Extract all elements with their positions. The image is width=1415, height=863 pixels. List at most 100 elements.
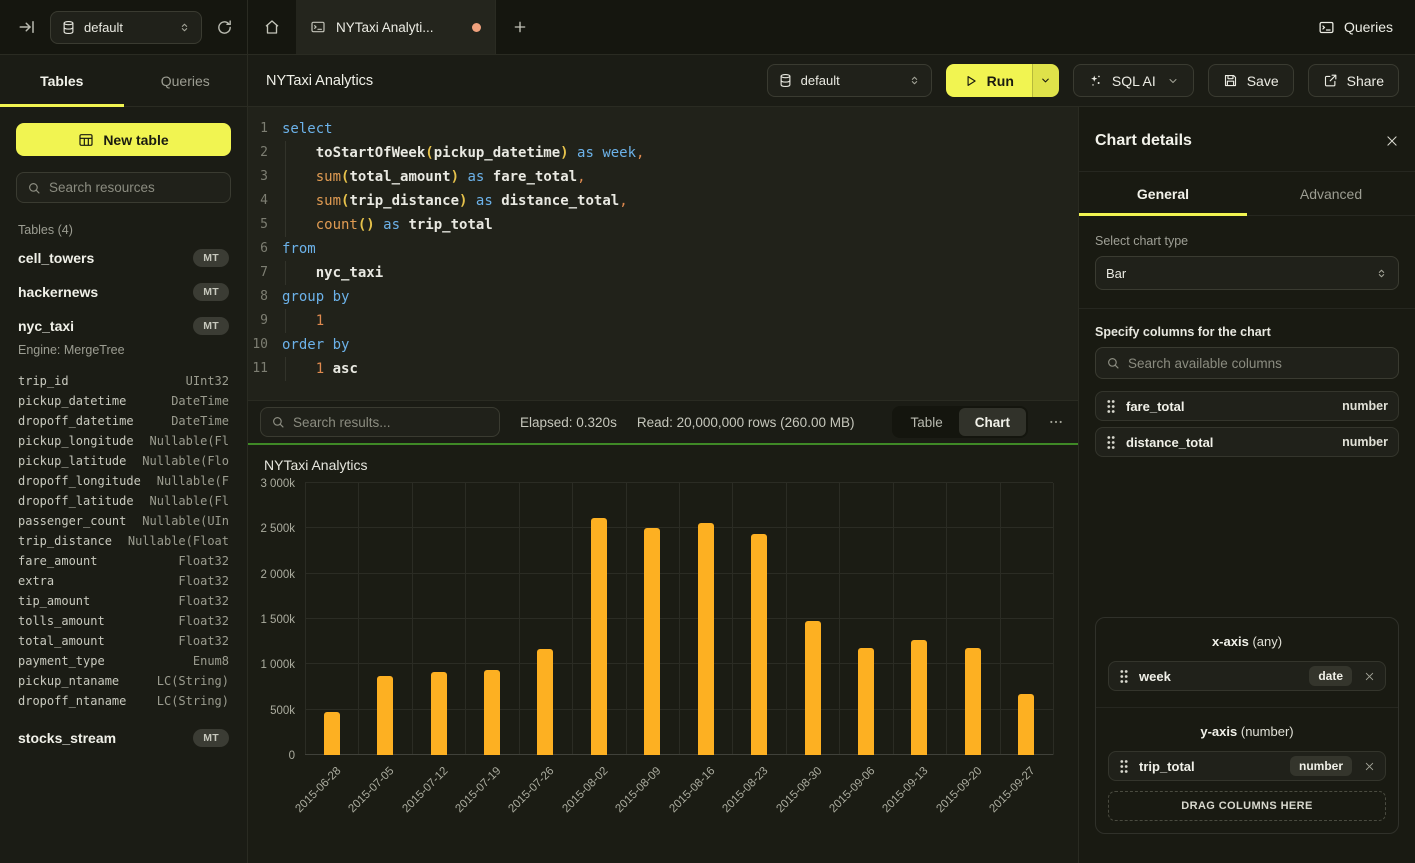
chevron-down-icon (1040, 75, 1051, 86)
column-item: pickup_longitudeNullable(Fl (18, 431, 229, 451)
table-item[interactable]: hackernewsMT (16, 275, 231, 309)
axis-config-box: x-axis (any) weekdate y-axis (number) tr… (1095, 617, 1399, 834)
engine-badge: MT (193, 729, 229, 747)
drag-handle-icon[interactable] (1106, 399, 1116, 414)
save-button-label: Save (1247, 73, 1279, 89)
remove-column-icon[interactable] (1362, 761, 1375, 772)
home-button[interactable] (248, 0, 296, 54)
column-name: dropoff_latitude (18, 494, 134, 508)
x-axis-heading: x-axis (any) (1108, 634, 1386, 649)
view-toggle-chart[interactable]: Chart (959, 408, 1026, 436)
table-item[interactable]: cell_towersMT (16, 241, 231, 275)
worksheet-title: NYTaxi Analytics (266, 73, 373, 89)
tab-nytaxi-analytics[interactable]: NYTaxi Analyti... (296, 0, 496, 54)
drag-handle-icon[interactable] (1106, 435, 1116, 450)
sql-editor[interactable]: 1select2 toStartOfWeek(pickup_datetime) … (248, 107, 1078, 400)
close-icon[interactable] (1385, 134, 1399, 148)
line-number: 6 (248, 237, 282, 261)
column-name: passenger_count (18, 514, 126, 528)
results-bar: Elapsed: 0.320s Read: 20,000,000 rows (2… (248, 400, 1078, 443)
tab-general-label: General (1137, 186, 1189, 202)
grid-line (1000, 483, 1001, 755)
tables-list: cell_towersMThackernewsMTnyc_taxiMTEngin… (16, 241, 231, 755)
search-columns-input[interactable] (1128, 356, 1388, 371)
y-axis-columns: trip_totalnumber (1108, 751, 1386, 781)
new-table-button[interactable]: New table (16, 123, 231, 156)
code-line: 1select (248, 117, 1078, 141)
chart-bar (484, 670, 500, 755)
code-text: count() as trip_total (282, 213, 493, 237)
sidebar-search[interactable] (16, 172, 231, 203)
code-text: 1 asc (282, 357, 358, 381)
column-type: DateTime (171, 414, 229, 428)
code-line: 5 count() as trip_total (248, 213, 1078, 237)
engine-badge: MT (193, 283, 229, 301)
refresh-icon[interactable] (216, 19, 233, 36)
drag-handle-icon[interactable] (1119, 759, 1129, 774)
run-button[interactable]: Run (946, 64, 1059, 97)
drag-columns-drop-zone[interactable]: DRAG COLUMNS HERE (1108, 791, 1386, 821)
code-text: sum(trip_distance) as distance_total, (282, 189, 628, 213)
column-name: total_amount (18, 634, 105, 648)
tab-general[interactable]: General (1079, 172, 1247, 215)
column-type: Float32 (178, 594, 229, 608)
column-chip[interactable]: weekdate (1108, 661, 1386, 691)
search-results-input[interactable] (293, 415, 489, 430)
chart-bar (911, 640, 927, 755)
tab-strip: NYTaxi Analyti... (248, 0, 544, 54)
column-chip[interactable]: trip_totalnumber (1108, 751, 1386, 781)
remove-column-icon[interactable] (1362, 671, 1375, 682)
column-chip[interactable]: distance_totalnumber (1095, 427, 1399, 457)
tables-section-title: Tables (4) (18, 223, 229, 237)
column-chip[interactable]: fare_totalnumber (1095, 391, 1399, 421)
home-icon (263, 18, 281, 36)
table-item[interactable]: nyc_taxiMT (16, 309, 231, 343)
chart-bar (805, 621, 821, 755)
results-search[interactable] (260, 407, 500, 437)
column-type: Nullable(Float (128, 534, 229, 548)
table-icon (78, 132, 94, 148)
column-type: Float32 (178, 554, 229, 568)
new-tab-button[interactable] (496, 0, 544, 54)
collapse-sidebar-icon[interactable] (18, 18, 36, 36)
chart-bar (751, 534, 767, 755)
search-resources-input[interactable] (49, 180, 220, 195)
drag-handle-icon[interactable] (1119, 669, 1129, 684)
search-icon (1106, 356, 1120, 370)
grid-line (786, 483, 787, 755)
sidebar-tab-queries-label: Queries (161, 73, 210, 89)
sql-ai-button[interactable]: SQL AI (1073, 64, 1194, 97)
save-button[interactable]: Save (1208, 64, 1294, 97)
database-selector[interactable]: default (50, 11, 202, 44)
column-type-badge: date (1309, 666, 1352, 686)
column-name: payment_type (18, 654, 105, 668)
table-item[interactable]: stocks_streamMT (16, 721, 231, 755)
chart-bar (698, 523, 714, 755)
database-selector[interactable]: default (767, 64, 932, 97)
chevron-updown-icon (908, 74, 921, 87)
column-name: distance_total (1126, 435, 1213, 450)
x-axis-columns: weekdate (1108, 661, 1386, 691)
grid-line (946, 483, 947, 755)
code-line: 8group by (248, 285, 1078, 309)
column-type: Enum8 (193, 654, 229, 668)
columns-search[interactable] (1095, 347, 1399, 379)
app-root: default NYTaxi Analyti... (0, 0, 1415, 863)
chart-type-selector[interactable]: Bar (1095, 256, 1399, 290)
column-item: pickup_datetimeDateTime (18, 391, 229, 411)
column-item: dropoff_ntanameLC(String) (18, 691, 229, 711)
x-axis-label: 2015-09-27 (988, 765, 1038, 815)
grid-line (412, 483, 413, 755)
run-button-main[interactable]: Run (946, 64, 1032, 97)
view-toggle-table[interactable]: Table (894, 408, 958, 436)
more-options-icon[interactable] (1048, 414, 1064, 430)
sidebar-tab-tables[interactable]: Tables (0, 55, 124, 106)
run-options-button[interactable] (1032, 64, 1059, 97)
share-button[interactable]: Share (1308, 64, 1399, 97)
tab-title: NYTaxi Analyti... (336, 20, 462, 35)
tab-advanced[interactable]: Advanced (1247, 172, 1415, 215)
line-number: 9 (248, 309, 282, 333)
share-icon (1323, 73, 1338, 88)
queries-button[interactable]: Queries (1318, 19, 1393, 36)
sidebar-tab-queries[interactable]: Queries (124, 55, 248, 106)
